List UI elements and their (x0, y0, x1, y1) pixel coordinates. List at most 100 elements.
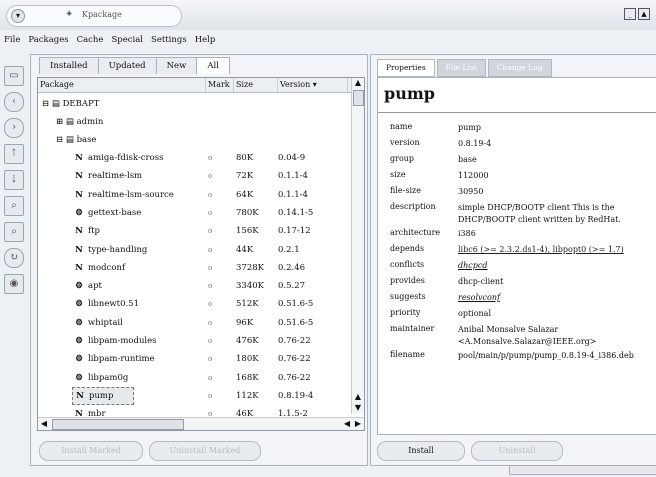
property-value[interactable]: resolvconf (458, 292, 656, 304)
package-mark: o (208, 300, 213, 309)
property-value: 30950 (458, 187, 484, 196)
package-version: 0.04-9 (278, 153, 306, 163)
package-row[interactable]: Nrealtime-lsm-source o 64K 0.1.1-4 (38, 185, 346, 205)
scroll-thumb[interactable] (353, 90, 364, 106)
property-key: suggests (390, 292, 426, 301)
property-value: dhcp-client (458, 277, 504, 286)
scroll-down-icon[interactable]: ▼ (353, 403, 363, 413)
scroll-up-icon[interactable]: ▲ (353, 392, 363, 402)
property-value[interactable]: libc6 (>= 2.3.2.ds1-4), libpopt0 (>= 1.7… (458, 244, 656, 256)
minimize-button[interactable]: _ (624, 8, 636, 20)
collapse-toggle-icon[interactable]: ⊟ (56, 135, 63, 145)
details-tabs: Properties File List Change Log (377, 59, 554, 77)
package-version: 0.8.19-4 (278, 390, 314, 401)
expand-icon[interactable]: ⇡ (4, 144, 24, 164)
menu-cache[interactable]: Cache (73, 32, 108, 48)
package-version: 0.76-22 (278, 372, 311, 383)
horizontal-scrollbar[interactable]: ◀ ◀ ▶ (38, 417, 364, 430)
stop-icon[interactable]: ◉ (4, 274, 24, 294)
package-version: 0.17-12 (278, 226, 311, 237)
tab-file-list[interactable]: File List (436, 59, 486, 77)
property-key: priority (390, 308, 421, 317)
open-folder-icon[interactable]: ▭ (4, 66, 24, 86)
scroll-up-icon[interactable]: ▲ (353, 78, 363, 88)
tab-new[interactable]: New (155, 57, 198, 74)
column-package[interactable]: Package (38, 78, 206, 92)
package-panel: Installed Updated New All Package Mark S… (30, 54, 368, 466)
collapse-icon[interactable]: ⇣ (4, 170, 24, 190)
tab-all[interactable]: All (196, 57, 230, 74)
package-size: 3728K (236, 262, 264, 273)
package-row[interactable]: Nrealtime-lsm o 72K 0.1.1-4 (38, 166, 346, 186)
package-mark: o (208, 227, 213, 236)
tab-updated[interactable]: Updated (97, 57, 157, 74)
property-value[interactable]: dhcpcd (458, 260, 656, 272)
package-tree[interactable]: Package Mark Size Version ▾ ⊟ ▤ DEBAPT ⊞… (37, 77, 365, 431)
menu-settings[interactable]: Settings (147, 32, 191, 48)
package-row[interactable]: ⚙ libnewt0.51 o 512K 0.51.6-5 (38, 294, 346, 314)
menu-file[interactable]: File (0, 32, 24, 48)
package-row[interactable]: ⚙ whiptail o 96K 0.51.6-5 (38, 313, 346, 333)
column-mark[interactable]: Mark (206, 78, 234, 92)
menu-help[interactable]: Help (191, 32, 220, 48)
column-version[interactable]: Version ▾ (278, 78, 348, 92)
package-row[interactable]: ⚙ apt o 3340K 0.5.27 (38, 276, 346, 296)
tree-root[interactable]: ⊟ ▤ DEBAPT (38, 94, 346, 114)
uninstall-marked-button[interactable]: Uninstall Marked (149, 441, 261, 461)
package-version: 0.1.1-4 (278, 189, 308, 200)
package-row[interactable]: Namiga-fdisk-cross o 80K 0.04-9 (38, 148, 346, 168)
expand-toggle-icon[interactable]: ⊞ (56, 117, 63, 127)
tree-header: Package Mark Size Version ▾ (38, 78, 364, 93)
install-button[interactable]: Install (377, 441, 465, 461)
collapse-toggle-icon[interactable]: ⊟ (42, 99, 49, 109)
column-size[interactable]: Size (234, 78, 278, 92)
scroll-left-icon[interactable]: ◀ (342, 419, 352, 429)
tab-properties[interactable]: Properties (377, 59, 435, 77)
package-row[interactable]: ⚙ libpam0g o 168K 0.76-22 (38, 368, 346, 388)
property-value: simple DHCP/BOOTP client This is the DHC… (458, 203, 621, 224)
property-key: file-size (390, 186, 421, 195)
package-row[interactable]: Npump o 112K 0.8.19-4 (38, 386, 346, 406)
package-row[interactable]: Ntype-handling o 44K 0.2.1 (38, 240, 346, 260)
menu-packages[interactable]: Packages (24, 32, 72, 48)
property-value: Anibal Monsalve Salazar <A.Monsalve.Sala… (458, 325, 597, 346)
package-row[interactable]: ⚙ libpam-runtime o 180K 0.76-22 (38, 349, 346, 369)
package-size: 156K (236, 226, 259, 237)
folder-icon: ▤ (51, 99, 60, 109)
tab-change-log[interactable]: Change Log (487, 59, 552, 77)
vertical-scrollbar[interactable]: ▲ ▲ ▼ (351, 78, 364, 414)
package-name: type-handling (88, 244, 148, 255)
package-n-icon: N (75, 226, 83, 237)
property-value: pool/main/p/pump/pump_0.8.19-4_i386.deb (458, 351, 634, 360)
install-marked-button[interactable]: Install Marked (39, 441, 143, 461)
reload-icon[interactable]: ↻ (4, 248, 24, 268)
tree-group-admin[interactable]: ⊞ ▤ admin (38, 112, 346, 132)
folder-icon: ▤ (65, 135, 74, 145)
package-row[interactable]: ⚙ gettext-base o 780K 0.14.1-5 (38, 203, 346, 223)
property-key: depends (390, 244, 425, 253)
package-mark: o (208, 318, 213, 327)
find-file-icon[interactable]: ⌕ (4, 196, 24, 216)
scroll-left-icon[interactable]: ◀ (39, 419, 49, 429)
package-row[interactable]: Nftp o 156K 0.17-12 (38, 221, 346, 241)
maximize-button[interactable]: ▲ (638, 8, 650, 20)
package-size: 780K (236, 207, 259, 218)
tab-installed[interactable]: Installed (39, 57, 99, 74)
menu-special[interactable]: Special (107, 32, 147, 48)
scroll-right-icon[interactable]: ▶ (353, 419, 363, 429)
property-value: i386 (458, 229, 476, 238)
package-name: realtime-lsm-source (88, 189, 174, 200)
uninstall-button[interactable]: Uninstall (471, 441, 563, 461)
package-mark: o (208, 263, 213, 272)
property-key: maintainer (390, 324, 435, 333)
package-row[interactable]: ⚙ libpam-modules o 476K 0.76-22 (38, 331, 346, 351)
package-size: 476K (236, 336, 259, 346)
find-package-icon[interactable]: ⌕ (4, 222, 24, 242)
tree-group-base[interactable]: ⊟ ▤ base (38, 130, 346, 150)
back-icon[interactable]: ‹ (4, 92, 24, 112)
hscroll-thumb[interactable] (52, 419, 184, 430)
window-menu-button[interactable]: ▾ (11, 9, 25, 23)
package-n-icon: N (75, 153, 83, 163)
forward-icon[interactable]: › (4, 118, 24, 138)
package-row[interactable]: Nmodconf o 3728K 0.2.46 (38, 258, 346, 278)
